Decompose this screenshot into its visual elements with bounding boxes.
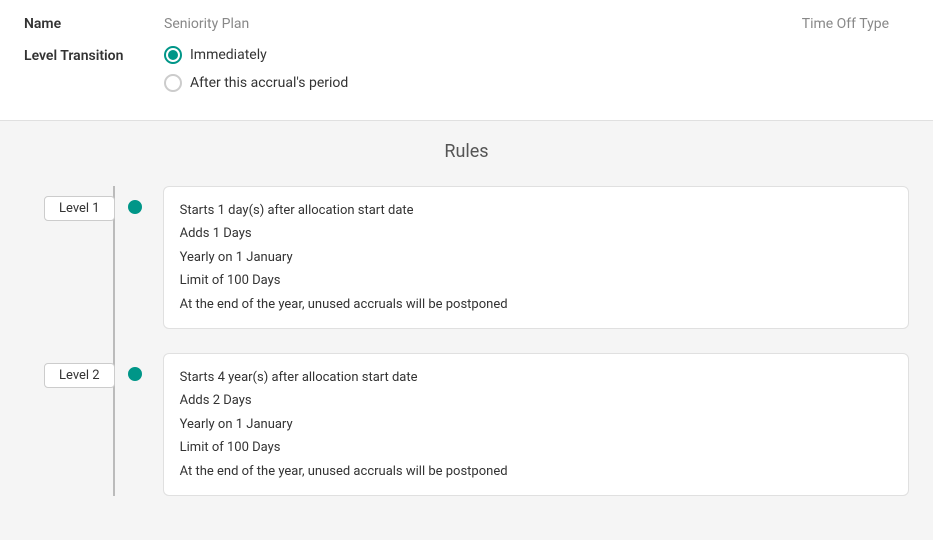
level2-dot xyxy=(128,367,142,381)
level2-label: Level 2 xyxy=(44,363,115,388)
level1-line4: Limit of 100 Days xyxy=(180,269,892,292)
immediately-label: Immediately xyxy=(190,47,267,63)
level2-line4: Limit of 100 Days xyxy=(180,436,892,459)
after-period-radio[interactable] xyxy=(164,74,182,92)
level1-line5: At the end of the year, unused accruals … xyxy=(180,293,892,316)
timeline-item-level2: Level 2 Starts 4 year(s) after allocatio… xyxy=(44,353,909,496)
rules-title: Rules xyxy=(24,141,909,162)
immediately-option[interactable]: Immediately xyxy=(164,46,348,64)
level2-card: Starts 4 year(s) after allocation start … xyxy=(163,353,909,496)
level-transition-label: Level Transition xyxy=(24,46,164,64)
level2-line2: Adds 2 Days xyxy=(180,389,892,412)
after-period-label: After this accrual's period xyxy=(190,75,348,91)
name-header: Name xyxy=(24,16,164,32)
seniority-header: Seniority Plan xyxy=(164,16,802,32)
header-row: Name Seniority Plan Time Off Type xyxy=(24,16,909,32)
level2-line3: Yearly on 1 January xyxy=(180,413,892,436)
level1-line1: Starts 1 day(s) after allocation start d… xyxy=(180,199,892,222)
level-transition-options: Immediately After this accrual's period xyxy=(164,46,348,92)
timeoff-header: Time Off Type xyxy=(802,16,889,32)
level1-line3: Yearly on 1 January xyxy=(180,246,892,269)
level1-line2: Adds 1 Days xyxy=(180,222,892,245)
level2-connector xyxy=(115,353,155,381)
level2-line1: Starts 4 year(s) after allocation start … xyxy=(180,366,892,389)
after-period-option[interactable]: After this accrual's period xyxy=(164,74,348,92)
level-transition-row: Level Transition Immediately After this … xyxy=(24,46,909,92)
level1-connector xyxy=(115,186,155,214)
rules-section: Rules Level 1 Starts 1 day(s) after allo… xyxy=(0,121,933,540)
timeline-wrapper: Level 1 Starts 1 day(s) after allocation… xyxy=(24,186,909,496)
level1-card: Starts 1 day(s) after allocation start d… xyxy=(163,186,909,329)
immediately-radio[interactable] xyxy=(164,46,182,64)
level1-label: Level 1 xyxy=(44,196,115,221)
level1-dot xyxy=(128,200,142,214)
timeline-item-level1: Level 1 Starts 1 day(s) after allocation… xyxy=(44,186,909,329)
level2-line5: At the end of the year, unused accruals … xyxy=(180,460,892,483)
top-section: Name Seniority Plan Time Off Type Level … xyxy=(0,0,933,121)
